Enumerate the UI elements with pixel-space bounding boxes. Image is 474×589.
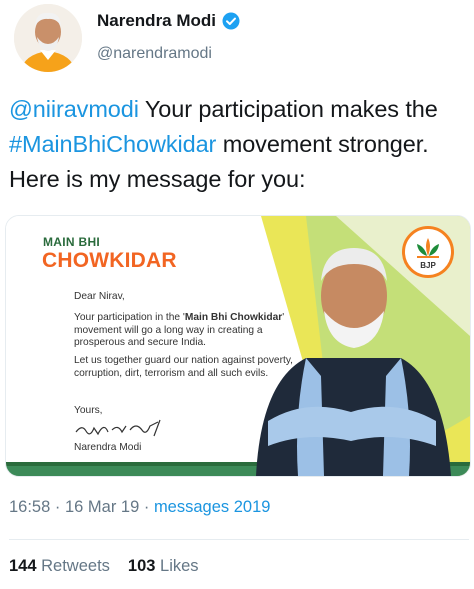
divider xyxy=(9,539,469,540)
display-name-row: Narendra Modi xyxy=(97,11,240,31)
tweet-time[interactable]: 16:58 xyxy=(9,498,50,516)
retweets-count: 144 xyxy=(9,557,37,575)
letter-text: Your participation in the ' xyxy=(74,312,185,323)
tweet-header: Narendra Modi @narendramodi xyxy=(0,0,474,78)
bjp-label: BJP xyxy=(420,261,436,270)
tweet-stats: 144 Retweets 103 Likes xyxy=(9,557,199,576)
user-handle[interactable]: @narendramodi xyxy=(97,45,212,63)
signature-icon xyxy=(75,419,161,437)
tweet-date[interactable]: 16 Mar 19 xyxy=(65,498,139,516)
display-name[interactable]: Narendra Modi xyxy=(97,11,216,31)
lotus-icon xyxy=(417,238,439,258)
bjp-badge: BJP xyxy=(402,226,454,278)
letter-closing: Yours, xyxy=(74,405,103,416)
meta-separator: · xyxy=(50,498,65,516)
retweets-stat[interactable]: 144 Retweets xyxy=(9,557,110,575)
signature-name: Narendra Modi xyxy=(74,442,142,453)
likes-count: 103 xyxy=(127,557,156,575)
media-card[interactable]: BJP MAIN BHI CHOWKIDAR Dear Nirav, Your … xyxy=(5,215,471,477)
letter-paragraph-1: Your participation in the 'Main Bhi Chow… xyxy=(74,312,314,350)
retweets-label: Retweets xyxy=(41,557,110,575)
likes-stat[interactable]: 103 Likes xyxy=(128,557,199,575)
letter-greeting: Dear Nirav, xyxy=(74,291,125,302)
avatar[interactable] xyxy=(14,4,82,72)
tweet-text: @niiravmodi Your participation makes the… xyxy=(9,92,471,197)
verified-badge-icon xyxy=(222,12,240,30)
logo-chowkidar: CHOWKIDAR xyxy=(42,249,177,272)
letter-paragraph-2: Let us together guard our nation against… xyxy=(74,355,293,379)
tweet-text-part: Your participation makes the xyxy=(138,96,438,122)
likes-label: Likes xyxy=(160,557,199,575)
tweet-source-link[interactable]: messages 2019 xyxy=(154,498,271,516)
avatar-image xyxy=(14,4,82,72)
mention-link[interactable]: @niiravmodi xyxy=(9,96,139,122)
tweet-meta: 16:58 · 16 Mar 19 · messages 2019 xyxy=(9,498,270,517)
logo-main-bhi: MAIN BHI xyxy=(43,235,101,249)
letter-bold-text: Main Bhi Chowkidar xyxy=(184,312,283,323)
hashtag-link[interactable]: #MainBhiChowkidar xyxy=(9,131,216,157)
meta-separator: · xyxy=(139,498,154,516)
